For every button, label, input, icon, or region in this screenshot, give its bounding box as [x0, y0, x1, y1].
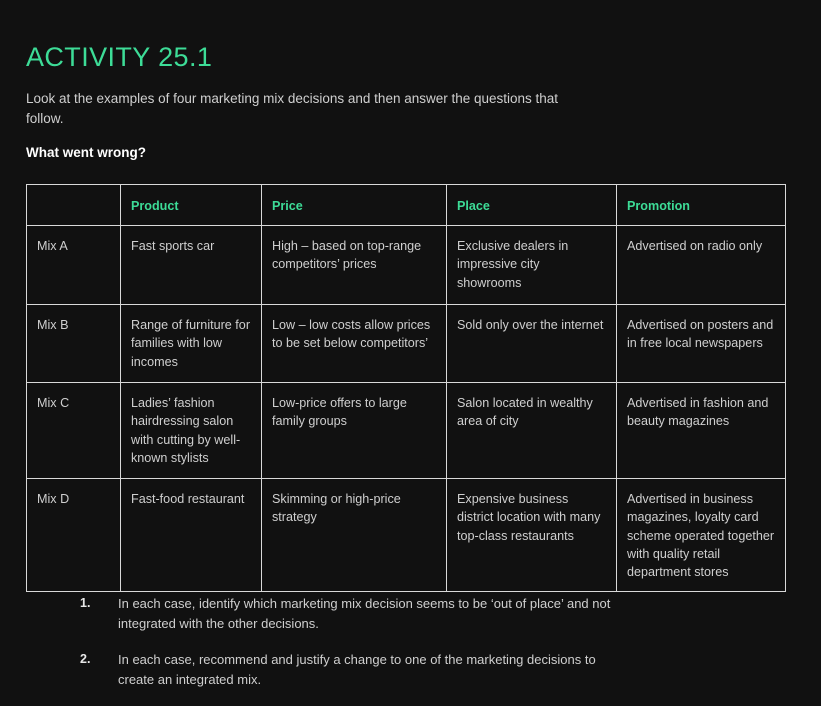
cell-mix-d-place: Expensive business district location wit… — [446, 477, 617, 593]
cell-mix-d-product: Fast-food restaurant — [120, 477, 262, 593]
cell-mix-b-place: Sold only over the internet — [446, 304, 617, 383]
question-text-1: In each case, identify which marketing m… — [118, 596, 611, 631]
page-title: ACTIVITY 25.1 — [26, 42, 213, 73]
cell-mix-b-promotion: Advertised on posters and in free local … — [616, 304, 786, 383]
table-row: Mix A Fast sports car High – based on to… — [26, 225, 786, 305]
cell-mix-c-product: Ladies’ fashion hairdressing salon with … — [120, 382, 262, 479]
table-row: Mix D Fast-food restaurant Skimming or h… — [26, 477, 786, 593]
activity-page: ACTIVITY 25.1 Look at the examples of fo… — [0, 0, 821, 690]
table-header-row: Product Price Place Promotion — [26, 184, 786, 226]
column-header-product: Product — [120, 184, 262, 226]
cell-mix-c-promotion: Advertised in fashion and beauty magazin… — [616, 382, 786, 479]
section-subheading: What went wrong? — [26, 145, 146, 160]
cell-mix-b-product: Range of furniture for families with low… — [120, 304, 262, 383]
intro-paragraph: Look at the examples of four marketing m… — [26, 90, 559, 126]
column-header-blank — [26, 184, 121, 226]
question-number-1: 1. — [80, 596, 91, 610]
column-header-price: Price — [261, 184, 447, 226]
cell-mix-c-price: Low-price offers to large family groups — [261, 382, 447, 479]
table-row: Mix C Ladies’ fashion hairdressing salon… — [26, 382, 786, 479]
list-item: 1. In each case, identify which marketin… — [66, 594, 626, 633]
table-row: Mix B Range of furniture for families wi… — [26, 304, 786, 383]
cell-mix-a-place: Exclusive dealers in impressive city sho… — [446, 225, 617, 305]
list-item: 2. In each case, recommend and justify a… — [66, 650, 626, 689]
cell-mix-d-price: Skimming or high-price strategy — [261, 477, 447, 593]
cell-mix-a-product: Fast sports car — [120, 225, 262, 305]
marketing-mix-table: Product Price Place Promotion Mix A Fast… — [26, 184, 786, 593]
cell-mix-d-promotion: Advertised in business magazines, loyalt… — [616, 477, 786, 593]
table-body: Mix A Fast sports car High – based on to… — [26, 225, 786, 593]
row-label-mix-a: Mix A — [26, 225, 121, 305]
column-header-place: Place — [446, 184, 617, 226]
table-header: Product Price Place Promotion — [26, 184, 786, 226]
question-text-2: In each case, recommend and justify a ch… — [118, 652, 596, 687]
cell-mix-a-promotion: Advertised on radio only — [616, 225, 786, 305]
question-number-2: 2. — [80, 652, 91, 666]
cell-mix-a-price: High – based on top-range competitors’ p… — [261, 225, 447, 305]
cell-mix-c-place: Salon located in wealthy area of city — [446, 382, 617, 479]
column-header-promotion: Promotion — [616, 184, 786, 226]
row-label-mix-c: Mix C — [26, 382, 121, 479]
row-label-mix-d: Mix D — [26, 477, 121, 593]
row-label-mix-b: Mix B — [26, 304, 121, 383]
questions-list: 1. In each case, identify which marketin… — [26, 594, 626, 706]
cell-mix-b-price: Low – low costs allow prices to be set b… — [261, 304, 447, 383]
